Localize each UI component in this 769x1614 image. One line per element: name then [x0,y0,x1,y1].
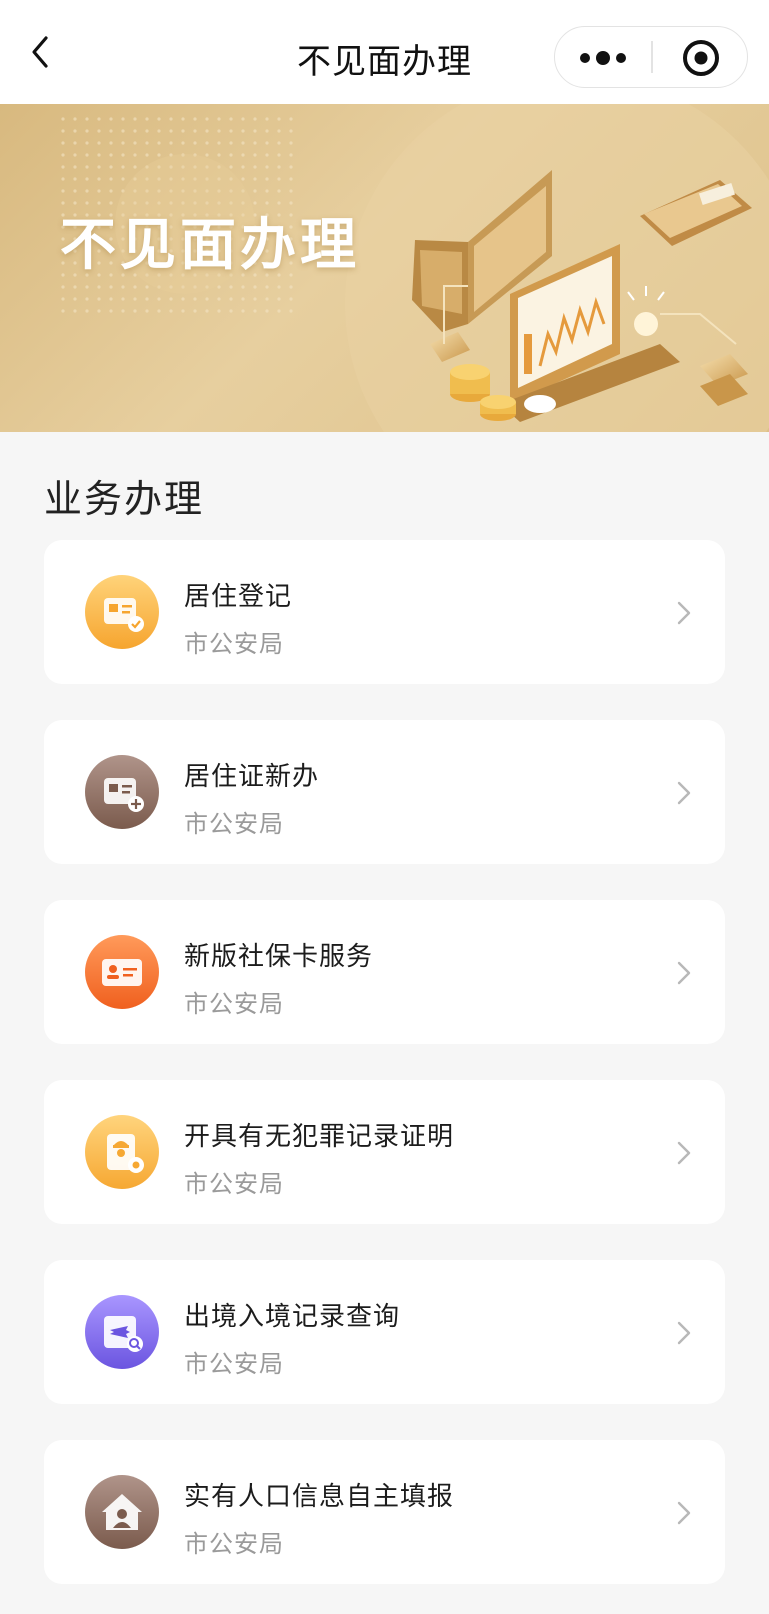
chevron-right-icon [677,1501,691,1525]
chevron-right-icon [677,1141,691,1165]
service-card-social-security-card[interactable]: 新版社保卡服务 市公安局 [44,900,725,1044]
chevron-right-icon [677,601,691,625]
id-card-check-icon [85,575,159,649]
service-name: 出境入境记录查询 [184,1302,401,1332]
service-name: 居住登记 [184,582,293,612]
more-dots-icon [580,51,626,65]
chevron-right-icon [677,1321,691,1345]
social-card-icon [85,935,159,1009]
service-card-no-criminal-record[interactable]: 开具有无犯罪记录证明 市公安局 [44,1080,725,1224]
service-name: 新版社保卡服务 [184,942,374,972]
banner-title: 不见面办理 [60,213,360,278]
service-card-population-info-report[interactable]: 实有人口信息自主填报 市公安局 [44,1440,725,1584]
service-department: 市公安局 [184,990,284,1018]
service-card-residence-permit-new[interactable]: 居住证新办 市公安局 [44,720,725,864]
mini-program-capsule [554,26,748,88]
top-nav-bar: 不见面办理 [0,0,769,104]
banner: 不见面办理 [0,104,769,432]
section-title: 业务办理 [44,477,205,521]
more-button[interactable] [555,27,651,87]
service-department: 市公安局 [184,630,284,658]
service-department: 市公安局 [184,1350,284,1378]
service-department: 市公安局 [184,810,284,838]
service-department: 市公安局 [184,1170,284,1198]
service-department: 市公安局 [184,1530,284,1558]
service-name: 实有人口信息自主填报 [184,1482,455,1512]
flight-search-icon [85,1295,159,1369]
close-mini-program-button[interactable] [653,27,747,87]
house-person-icon [85,1475,159,1549]
service-card-entry-exit-query[interactable]: 出境入境记录查询 市公安局 [44,1260,725,1404]
service-name: 居住证新办 [184,762,320,792]
service-name: 开具有无犯罪记录证明 [184,1122,455,1152]
police-certificate-icon [85,1115,159,1189]
chevron-right-icon [677,781,691,805]
chevron-right-icon [677,961,691,985]
target-close-icon [683,40,719,76]
service-card-residence-registration[interactable]: 居住登记 市公安局 [44,540,725,684]
id-card-add-icon [85,755,159,829]
